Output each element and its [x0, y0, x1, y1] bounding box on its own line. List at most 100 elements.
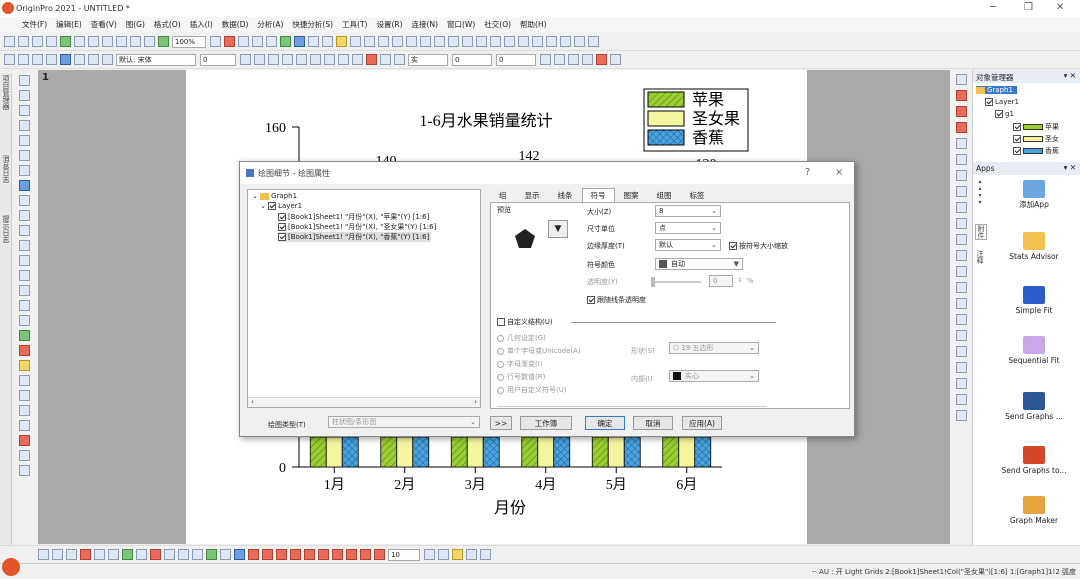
- region-select-icon[interactable]: [18, 180, 30, 191]
- new-function-icon[interactable]: [74, 36, 85, 47]
- line-tool-icon[interactable]: [18, 255, 30, 266]
- transparency-slider[interactable]: [651, 277, 701, 287]
- font-select[interactable]: 默认: 宋体: [116, 53, 196, 66]
- symbol-3-icon[interactable]: [276, 549, 287, 560]
- symbol-4-icon[interactable]: [290, 549, 301, 560]
- transparency-input[interactable]: 0: [709, 275, 733, 287]
- increase-font-icon[interactable]: [324, 54, 335, 65]
- cancel-button[interactable]: 取消: [633, 416, 673, 430]
- extra-icon[interactable]: [610, 54, 621, 65]
- plot-icon[interactable]: [60, 54, 71, 65]
- italic-icon[interactable]: [254, 54, 265, 65]
- series-checkbox[interactable]: [1013, 147, 1021, 155]
- plot-setup-icon[interactable]: [955, 90, 967, 101]
- plot-checkbox[interactable]: [278, 233, 286, 241]
- bar-5-series-3[interactable]: [623, 436, 641, 468]
- left-axis-icon[interactable]: [955, 202, 967, 213]
- app-send-graphs-ppt[interactable]: Send Graphs to...: [989, 446, 1079, 475]
- command-window-icon[interactable]: [266, 36, 277, 47]
- decrease-font-icon[interactable]: [338, 54, 349, 65]
- bar-2-series-2[interactable]: [396, 436, 414, 468]
- stack-icon[interactable]: [955, 330, 967, 341]
- size-combo[interactable]: 8 ⌄: [655, 205, 721, 217]
- bar-6-series-3[interactable]: [694, 436, 712, 468]
- column-plot-icon[interactable]: [80, 549, 91, 560]
- obj-graph-node[interactable]: Graph1: [976, 86, 1017, 94]
- superscript-icon[interactable]: [282, 54, 293, 65]
- object-icon[interactable]: [18, 330, 30, 341]
- symbol-2-icon[interactable]: [262, 549, 273, 560]
- filter-icon[interactable]: [448, 36, 459, 47]
- save-icon[interactable]: [130, 36, 141, 47]
- tab-notes[interactable]: 注释: [975, 250, 985, 264]
- layer-content-icon[interactable]: [955, 154, 967, 165]
- vector-plot-icon[interactable]: [220, 549, 231, 560]
- scroll-left-icon[interactable]: ‹: [251, 398, 254, 406]
- tab-stack[interactable]: 组图: [648, 188, 681, 202]
- symbol-1-icon[interactable]: [248, 549, 259, 560]
- increment-icon[interactable]: [466, 549, 477, 560]
- extra-right-icon[interactable]: [955, 410, 967, 421]
- template-icon[interactable]: [18, 465, 30, 476]
- symbol-10-icon[interactable]: [374, 549, 385, 560]
- bar-4-series-1[interactable]: [521, 436, 539, 468]
- frame-icon[interactable]: [955, 378, 967, 389]
- series-checkbox[interactable]: [1013, 123, 1021, 131]
- tree-node-plot-tomato[interactable]: [Book1]Sheet1! "月份"(X), "圣女果"(Y) [1:6]: [278, 222, 436, 232]
- 3d-plot-icon[interactable]: [178, 549, 189, 560]
- scale-icon[interactable]: [18, 120, 30, 131]
- bar-5-series-1[interactable]: [591, 436, 609, 468]
- y-axis-icon[interactable]: [490, 36, 501, 47]
- menu-view[interactable]: 查看(V): [91, 19, 117, 30]
- radio-row-number[interactable]: 行号数值(R): [497, 372, 545, 382]
- arrow-right-icon[interactable]: [532, 36, 543, 47]
- panel-icon[interactable]: [955, 346, 967, 357]
- layer-checkbox[interactable]: [268, 202, 277, 210]
- set-xy-icon[interactable]: [46, 54, 57, 65]
- pointer-icon[interactable]: [18, 75, 30, 86]
- row-add-icon[interactable]: [32, 54, 43, 65]
- data-reader-icon[interactable]: [18, 150, 30, 161]
- tree-node-plot-apple[interactable]: [Book1]Sheet1! "月份"(X), "苹果"(Y) [1:6]: [278, 212, 429, 222]
- workbook-button[interactable]: 工作簿: [520, 416, 572, 430]
- image-plot-icon[interactable]: [234, 549, 245, 560]
- obj-layer-node[interactable]: Layer1: [985, 98, 1019, 106]
- radio-letter-gradient[interactable]: 字母渐变(I): [497, 359, 543, 369]
- insert-image-icon[interactable]: [18, 315, 30, 326]
- symbol-gallery-dropdown[interactable]: ▼: [548, 220, 568, 238]
- tree-node-plot-banana[interactable]: [Book1]Sheet1! "月份"(X), "香蕉"(Y) [1:6]: [278, 232, 432, 242]
- x-axis-icon[interactable]: [476, 36, 487, 47]
- bar-1-series-1[interactable]: [309, 436, 327, 468]
- insert-graph-icon[interactable]: [18, 300, 30, 311]
- menu-file[interactable]: 文件(F): [22, 19, 47, 30]
- column-add-icon[interactable]: [18, 54, 29, 65]
- import-icon[interactable]: [158, 36, 169, 47]
- hint-log-tab[interactable]: 提示日志: [1, 215, 11, 243]
- symbol-size-select[interactable]: 0: [496, 53, 536, 66]
- axis-icon[interactable]: [955, 74, 967, 85]
- line-width-select[interactable]: 0: [452, 53, 492, 66]
- equation-icon[interactable]: [18, 420, 30, 431]
- radio-button[interactable]: [497, 386, 504, 394]
- border-icon[interactable]: [568, 54, 579, 65]
- follow-line-transparency-checkbox[interactable]: [587, 296, 595, 304]
- custom-structure-checkbox[interactable]: [497, 318, 505, 326]
- tree-node-graph[interactable]: ⌄ Graph1: [252, 192, 297, 200]
- paste-icon[interactable]: [88, 54, 99, 65]
- radio-user-defined[interactable]: 用户自定义符号(U): [497, 385, 567, 395]
- zoom-out-icon[interactable]: [18, 105, 30, 116]
- interior-combo[interactable]: 实心 ⌄: [669, 370, 759, 382]
- stats-plot-icon[interactable]: [108, 549, 119, 560]
- menu-connect[interactable]: 连接(N): [412, 19, 438, 30]
- hand-tool-icon[interactable]: [18, 285, 30, 296]
- sort-icon[interactable]: [462, 36, 473, 47]
- line-plot-icon[interactable]: [38, 549, 49, 560]
- link-icon[interactable]: [955, 282, 967, 293]
- new-matrix-icon[interactable]: [60, 36, 71, 47]
- radio-button[interactable]: [497, 360, 504, 368]
- bar-4-series-3[interactable]: [553, 436, 571, 468]
- fill-icon[interactable]: [424, 549, 435, 560]
- grid-lines-icon[interactable]: [955, 362, 967, 373]
- symbol-5-icon[interactable]: [304, 549, 315, 560]
- bar-1-series-3[interactable]: [341, 436, 359, 468]
